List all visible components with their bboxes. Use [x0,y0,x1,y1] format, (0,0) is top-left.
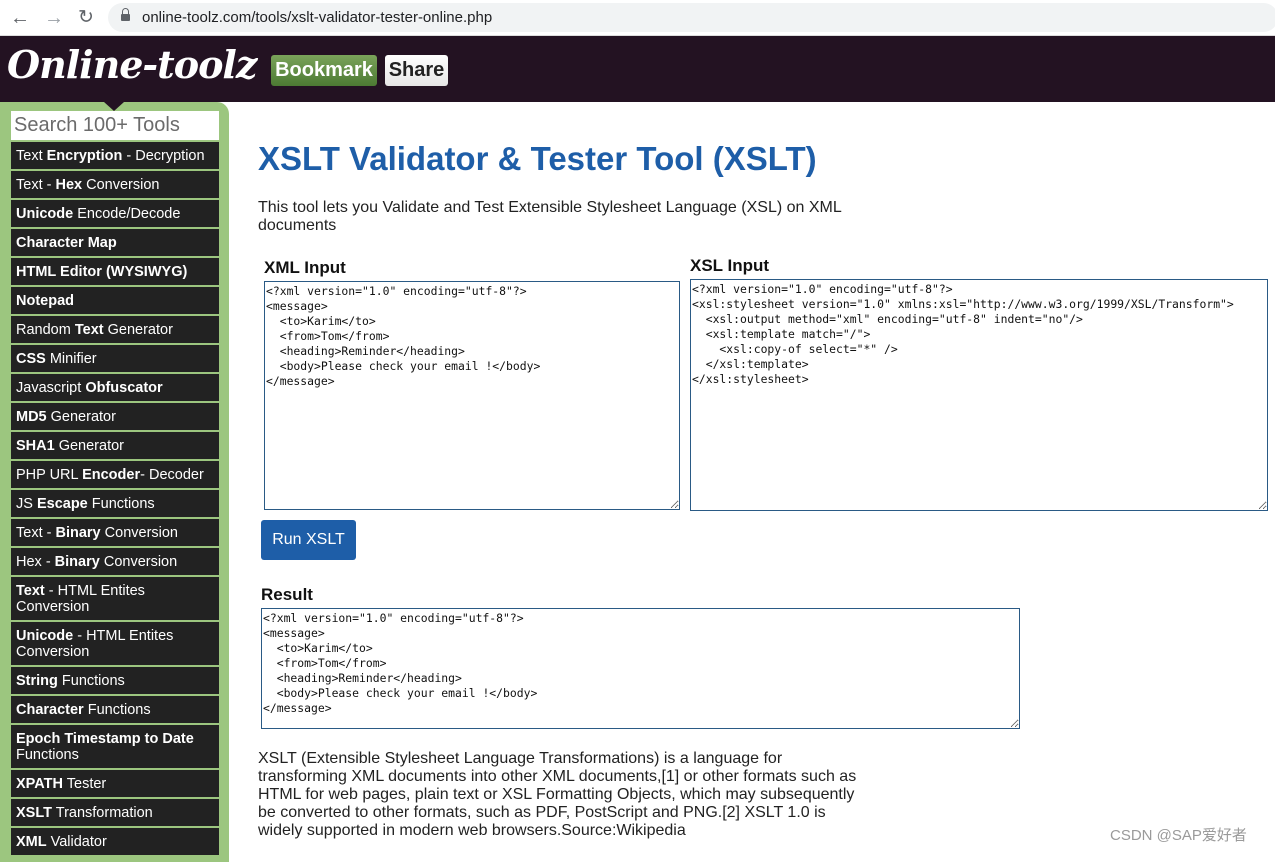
sidebar-item-label: Text - [16,177,56,193]
sidebar-item[interactable]: CSS Minifier [11,345,219,374]
sidebar-item-label: String [16,673,58,689]
sidebar-item-label: Conversion [82,177,160,193]
sidebar-item[interactable]: Hex - Binary Conversion [11,548,219,577]
sidebar-item-label: Functions [87,496,155,512]
sidebar-item-label: Generator [46,409,116,425]
sidebar-item-label: - Decryption [122,148,205,164]
sidebar-item-label: Epoch Timestamp to Date [16,731,194,747]
url-text[interactable]: online-toolz.com/tools/xslt-validator-te… [142,9,492,26]
sidebar-item-label: Functions [57,673,125,689]
sidebar-item-label: Unicode [16,206,74,222]
sidebar-item[interactable]: MD5 Generator [11,403,219,432]
sidebar-item[interactable]: JS Escape Functions [11,490,219,519]
sidebar-item[interactable]: Javascript Obfuscator [11,374,219,403]
sidebar-item-label: CSS [16,351,46,367]
result-textarea[interactable]: <?xml version="1.0" encoding="utf-8"?> <… [261,608,1020,729]
sidebar-pointer [104,102,124,111]
site-header: Online-toolz Bookmark Share [0,36,1275,102]
sidebar-item-label: Unicode [16,628,74,644]
sidebar-item-label: Validator [46,834,107,850]
run-xslt-button[interactable]: Run XSLT [261,520,356,560]
result-label: Result [261,585,313,604]
address-bar[interactable]: online-toolz.com/tools/xslt-validator-te… [108,3,1275,32]
sidebar-item-label: XML [16,834,47,850]
about-xslt-text: XSLT (Extensible Stylesheet Language Tra… [258,750,857,839]
sidebar-item[interactable]: HTML Editor (WYSIWYG) [11,258,219,287]
sidebar-item-label: Hex - [16,554,55,570]
sidebar-item-label: Functions [16,747,79,763]
sidebar-item-label: Encode/Decode [73,206,181,222]
sidebar-item[interactable]: Text - Binary Conversion [11,519,219,548]
sidebar-item-label: MD5 [16,409,47,425]
sidebar-item[interactable]: Unicode - HTML Entites Conversion [11,622,219,667]
intro-text: This tool lets you Validate and Test Ext… [258,199,842,234]
sidebar-item-label: Minifier [45,351,97,367]
sidebar-item-label: JS [16,496,37,512]
xsl-input-label: XSL Input [690,256,770,275]
sidebar-item[interactable]: XPATH Tester [11,770,219,799]
sidebar-item-label: PHP URL [16,467,83,483]
sidebar-item-label: XSLT [16,805,52,821]
sidebar-item[interactable]: XSLT Transformation [11,799,219,828]
sidebar-item-label: Escape [36,496,88,512]
sidebar-item-label: Text [74,322,104,338]
sidebar-item[interactable]: SHA1 Generator [11,432,219,461]
sidebar-item-label: Random [16,322,75,338]
reload-icon[interactable]: ↻ [74,6,98,30]
sidebar-item[interactable]: String Functions [11,667,219,696]
browser-toolbar: ← → ↻ online-toolz.com/tools/xslt-valida… [0,0,1275,36]
xsl-input-textarea[interactable]: <?xml version="1.0" encoding="utf-8"?> <… [690,279,1268,511]
sidebar-item[interactable]: Random Text Generator [11,316,219,345]
lock-icon [121,8,130,22]
arrow-left-icon[interactable]: ← [8,6,32,30]
sidebar-item[interactable]: Character Map [11,229,219,258]
sidebar-item[interactable]: PHP URL Encoder- Decoder [11,461,219,490]
sidebar-item[interactable]: Unicode Encode/Decode [11,200,219,229]
bookmark-button[interactable]: Bookmark [271,55,377,86]
sidebar-item-label: Hex [55,177,83,193]
sidebar-item-label: SHA1 [16,438,55,454]
sidebar-item[interactable]: Text Encryption - Decryption [11,142,219,171]
sidebar-item-label: Encoder [82,467,141,483]
xml-input-label: XML Input [264,258,346,277]
sidebar-item[interactable]: Notepad [11,287,219,316]
sidebar-item-label: Tester [63,776,107,792]
tool-search-input[interactable] [11,111,219,140]
sidebar-item[interactable]: XML Validator [11,828,219,857]
sidebar-item-label: Encryption [46,148,123,164]
sidebar-item-label: Generator [103,322,173,338]
sidebar-item-label: Binary [54,554,100,570]
sidebar-item-label: Javascript [16,380,86,396]
tool-menu: Text Encryption - Decryption Text - Hex C… [11,142,219,857]
sidebar-item-label: Notepad [16,293,74,309]
share-button[interactable]: Share [385,55,448,86]
sidebar-item-label: Character Map [16,235,117,251]
sidebar-item-label: Conversion [100,525,178,541]
sidebar-item[interactable]: Character Functions [11,696,219,725]
sidebar-item-label: Text - [16,525,56,541]
sidebar-item[interactable]: Text - Hex Conversion [11,171,219,200]
page-title: XSLT Validator & Tester Tool (XSLT) [258,140,817,177]
sidebar-item-label: Generator [54,438,125,454]
sidebar-item-label: - Decoder [140,467,204,483]
sidebar-item[interactable]: Epoch Timestamp to Date Functions [11,725,219,770]
sidebar-item-label: Functions [83,702,151,718]
xml-input-textarea[interactable]: <?xml version="1.0" encoding="utf-8"?> <… [264,281,680,510]
sidebar-item[interactable]: Text - HTML Entites Conversion [11,577,219,622]
sidebar-item-label: Text [16,583,45,599]
sidebar-item-label: Binary [55,525,101,541]
sidebar-item-label: Text [16,148,47,164]
sidebar-item-label: Character [16,702,84,718]
sidebar-item-label: Transformation [51,805,153,821]
sidebar-item-label: XPATH [16,776,63,792]
sidebar-item-label: Conversion [99,554,178,570]
sidebar-item-label: Obfuscator [85,380,163,396]
sidebar-item-label: HTML Editor (WYSIWYG) [16,264,188,280]
arrow-right-icon[interactable]: → [42,6,66,30]
watermark: CSDN @SAP爱好者 [1110,827,1247,844]
site-logo[interactable]: Online-toolz [7,42,257,87]
